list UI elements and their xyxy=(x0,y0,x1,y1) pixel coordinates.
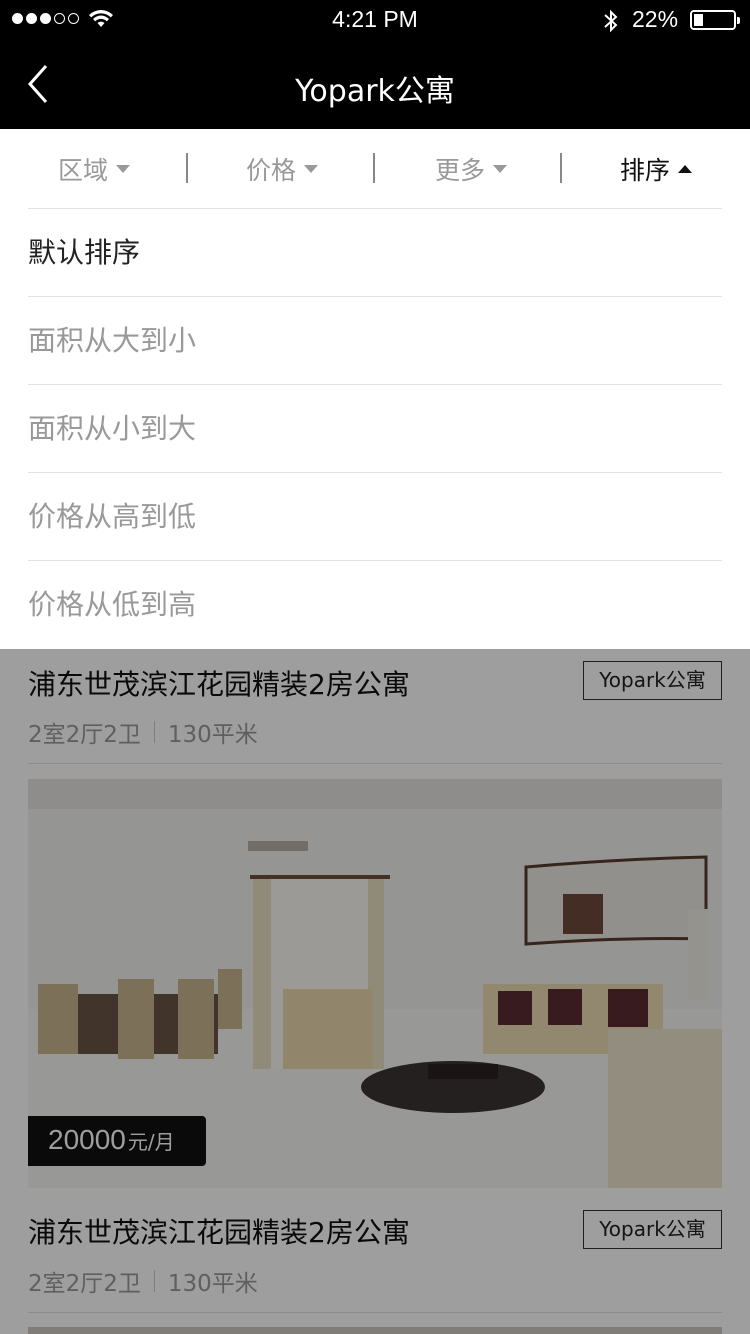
dropdown-backdrop[interactable] xyxy=(0,649,750,1334)
caret-down-icon xyxy=(304,165,319,173)
navigation-bar: Yopark公寓 xyxy=(0,40,750,129)
filter-price-label: 价格 xyxy=(246,156,297,185)
page-title: Yopark公寓 xyxy=(295,74,455,109)
filter-sort-tab[interactable]: 排序 xyxy=(620,151,693,187)
caret-down-icon xyxy=(116,165,131,173)
filter-price-tab[interactable]: 价格 xyxy=(246,151,319,187)
battery-icon xyxy=(690,10,740,30)
sort-option-price-asc[interactable]: 价格从低到高 xyxy=(28,561,722,649)
filter-more-tab[interactable]: 更多 xyxy=(435,151,508,187)
status-bar: 4:21 PM 22% xyxy=(0,0,750,40)
caret-up-icon xyxy=(678,165,693,173)
filter-separator xyxy=(186,153,188,183)
filter-sort-label: 排序 xyxy=(620,156,671,185)
filter-bar: 区域 价格 更多 排序 xyxy=(0,129,750,209)
sort-option-area-asc[interactable]: 面积从小到大 xyxy=(28,385,722,473)
caret-down-icon xyxy=(493,165,508,173)
sort-dropdown: 默认排序 面积从大到小 面积从小到大 价格从高到低 价格从低到高 xyxy=(0,209,750,649)
filter-area-tab[interactable]: 区域 xyxy=(58,151,131,187)
filter-separator xyxy=(373,153,375,183)
sort-option-area-desc[interactable]: 面积从大到小 xyxy=(28,297,722,385)
filter-area-label: 区域 xyxy=(58,156,109,185)
filter-separator xyxy=(560,153,562,183)
filter-more-label: 更多 xyxy=(435,156,486,185)
sort-option-price-desc[interactable]: 价格从高到低 xyxy=(28,473,722,561)
sort-option-default[interactable]: 默认排序 xyxy=(28,209,722,297)
bluetooth-icon xyxy=(604,9,618,33)
battery-percent: 22% xyxy=(632,6,679,32)
